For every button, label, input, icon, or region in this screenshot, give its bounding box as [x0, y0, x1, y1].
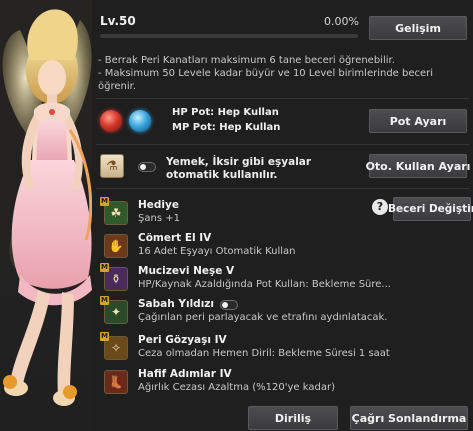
xp-progress-bar: [100, 34, 358, 38]
info-line: - Berrak Peri Kanatları maksimum 6 tane …: [98, 55, 395, 66]
fairy-info-panel: Lv.50 0.00% Gelişim - Berrak Peri Kanatl…: [92, 0, 473, 431]
skill-description: Ceza olmadan Hemen Diril: Bekleme Süresi…: [138, 348, 390, 359]
mp-potion-setting: MP Pot: Hep Kullan: [172, 122, 281, 133]
divider: [96, 98, 469, 99]
master-badge: M: [100, 296, 109, 305]
master-badge: M: [100, 332, 109, 341]
master-badge: M: [100, 197, 109, 206]
auto-use-settings-button[interactable]: Oto. Kullan Ayarı: [366, 154, 470, 178]
skill-description: 16 Adet Eşyayı Otomatik Kullan: [138, 246, 296, 257]
info-line: - Maksimum 50 Levele kadar büyür ve 10 L…: [98, 68, 434, 92]
skill-name: Peri Gözyaşı IV: [138, 334, 227, 346]
level-percent: 0.00%: [324, 15, 359, 28]
level-label: Lv.50: [100, 14, 136, 28]
skill-name: Sabah Yıldızı: [138, 298, 215, 310]
flask-icon: ⚗: [100, 154, 124, 178]
divider: [96, 188, 469, 189]
help-icon[interactable]: ?: [372, 199, 388, 215]
fairy-portrait: [0, 0, 100, 431]
info-text: - Berrak Peri Kanatları maksimum 6 tane …: [98, 54, 463, 93]
mp-potion-icon: [129, 110, 151, 132]
skill-item[interactable]: ✧ M Peri Gözyaşı IV Ceza olmadan Hemen D…: [98, 332, 428, 364]
master-badge: M: [100, 263, 109, 272]
hp-potion-icon: [100, 110, 122, 132]
skill-name: Hafif Adımlar IV: [138, 368, 232, 380]
skill-description: HP/Kaynak Azaldığında Pot Kullan: Beklem…: [138, 279, 391, 290]
auto-use-toggle[interactable]: [138, 162, 156, 172]
skill-name: Cömert El IV: [138, 232, 212, 244]
change-skill-button[interactable]: Beceri Değiştir: [388, 197, 473, 221]
hand-icon: ✋: [104, 234, 128, 258]
skill-item[interactable]: ✋ Cömert El IV 16 Adet Eşyayı Otomatik K…: [98, 232, 428, 262]
pot-settings-button[interactable]: Pot Ayarı: [369, 109, 467, 133]
skill-description: Şans +1: [138, 213, 180, 224]
skill-name: Mucizevi Neşe V: [138, 265, 235, 277]
skill-item[interactable]: ✦ M Sabah Yıldızı Çağırılan peri parlaya…: [98, 296, 428, 328]
skill-item[interactable]: ⚱ M Mucizevi Neşe V HP/Kaynak Azaldığınd…: [98, 263, 428, 295]
skill-toggle[interactable]: [220, 300, 238, 310]
skill-item[interactable]: 👢 Hafif Adımlar IV Ağırlık Cezası Azaltm…: [98, 368, 428, 398]
end-summon-button[interactable]: Çağrı Sonlandırma: [350, 406, 468, 430]
auto-use-description: Yemek, İksir gibi eşyalar otomatik kulla…: [166, 156, 312, 181]
skill-name: Hediye: [138, 199, 179, 211]
fairy-illustration: [2, 9, 93, 406]
divider: [96, 144, 469, 145]
revive-button[interactable]: Diriliş: [248, 406, 338, 430]
growth-button[interactable]: Gelişim: [369, 16, 467, 40]
hp-potion-setting: HP Pot: Hep Kullan: [172, 107, 279, 118]
boot-icon: 👢: [104, 370, 128, 394]
skill-description: Ağırlık Cezası Azaltma (%120'ye kadar): [138, 382, 335, 393]
skill-description: Çağırılan peri parlayacak ve etrafını ay…: [138, 312, 388, 323]
